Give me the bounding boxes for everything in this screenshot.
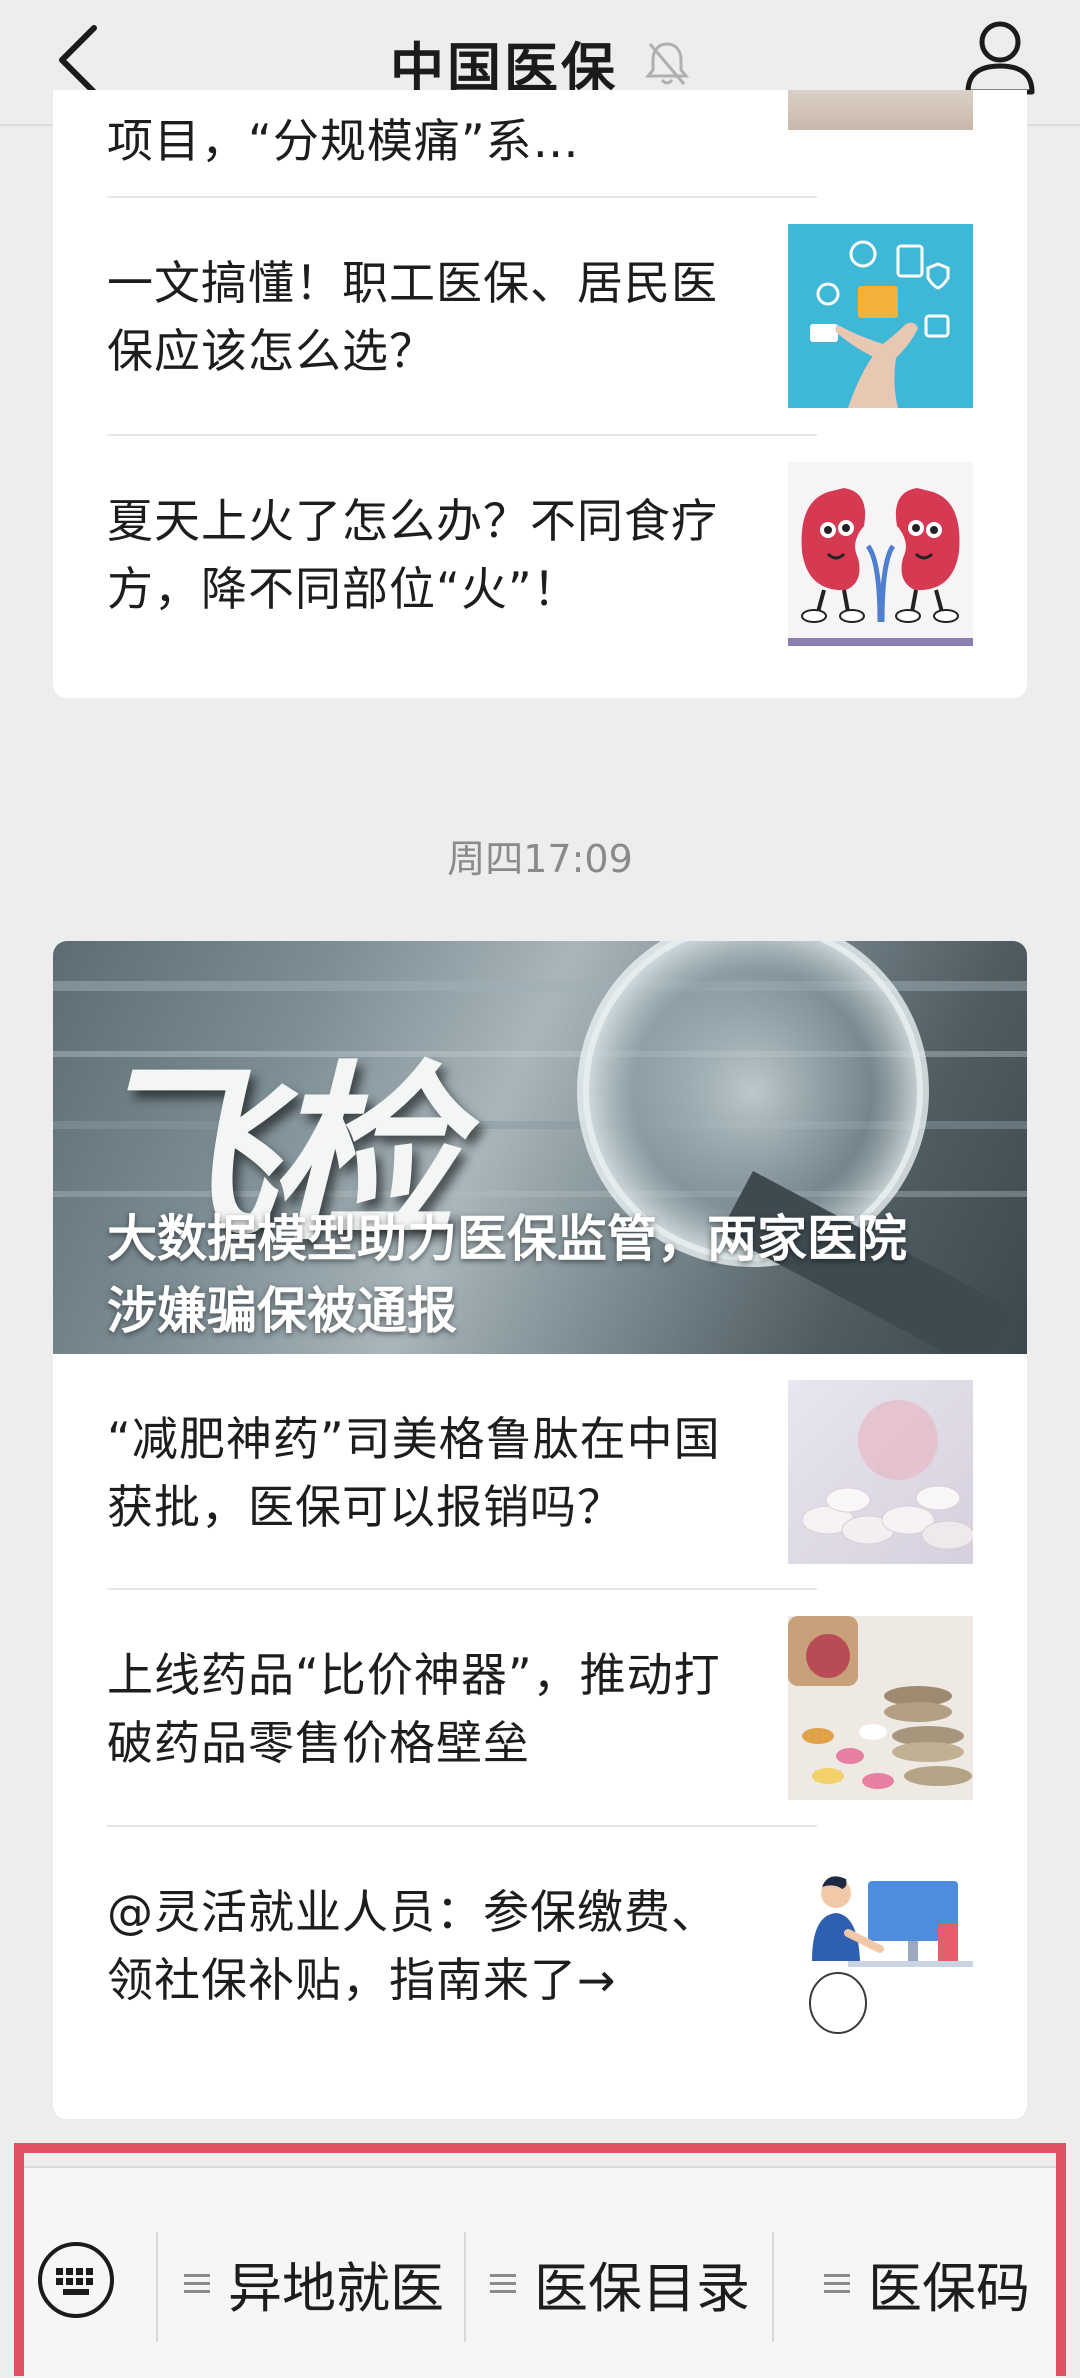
article-title: 项目，“分规模痛”系…: [107, 90, 797, 197]
article-title: 一文搞懂！职工医保、居民医 保应该怎么选？: [107, 198, 797, 435]
article-title-line: 获批，医保可以报销吗？: [107, 1479, 624, 1534]
article-title-line: 夏天上火了怎么办？不同食疗: [107, 493, 718, 548]
hero-title-line: 涉嫌骗保被通报: [107, 1282, 457, 1340]
pills-and-coins-image: [788, 1616, 973, 1800]
cartoon-kidneys-image: [788, 462, 973, 646]
pills-image: [788, 1380, 973, 1564]
hand-with-app-icons-image: [788, 224, 973, 408]
article-title: 夏天上火了怎么办？不同食疗 方，降不同部位“火”！: [107, 436, 797, 673]
article-title-line: 上线药品“比价神器”，推动打: [107, 1647, 721, 1702]
article-title-line: 破药品零售价格壁垒: [107, 1715, 530, 1770]
article-card-latest: 飞检 大数据模型助力医保监管，两家医院 涉嫌骗保被通报 “减肥神药”司美格鲁肽在…: [53, 941, 1027, 2119]
hero-title: 大数据模型助力医保监管，两家医院 涉嫌骗保被通报: [107, 1203, 1007, 1347]
article-title: @灵活就业人员：参保缴费、 领社保补贴，指南来了→: [107, 1827, 797, 2064]
article-title-line: 保应该怎么选？: [107, 323, 436, 378]
article-title-line: 方，降不同部位“火”！: [107, 561, 580, 616]
article-title-line: 一文搞懂！职工医保、居民医: [107, 255, 718, 310]
list-item[interactable]: 项目，“分规模痛”系…: [53, 90, 1027, 197]
list-item[interactable]: 一文搞懂！职工医保、居民医 保应该怎么选？: [53, 198, 1027, 435]
bell-muted-icon: [644, 42, 690, 85]
user-icon[interactable]: [960, 14, 1040, 98]
article-title: 上线药品“比价神器”，推动打 破药品零售价格壁垒: [107, 1590, 797, 1827]
article-title-line: 项目，“分规模痛”系…: [107, 114, 580, 168]
list-item[interactable]: 夏天上火了怎么办？不同食疗 方，降不同部位“火”！: [53, 436, 1027, 673]
highlight-outline: [14, 2143, 1066, 2376]
hero-article[interactable]: 飞检 大数据模型助力医保监管，两家医院 涉嫌骗保被通报: [53, 941, 1027, 1354]
list-item[interactable]: 上线药品“比价神器”，推动打 破药品零售价格壁垒: [53, 1590, 1027, 1827]
article-title: “减肥神药”司美格鲁肽在中国 获批，医保可以报销吗？: [107, 1354, 797, 1591]
article-title-line: 领社保补贴，指南来了→: [107, 1952, 617, 2007]
person-at-computer-image: [788, 1853, 973, 2037]
article-title-line: “减肥神药”司美格鲁肽在中国: [107, 1411, 721, 1466]
list-item[interactable]: “减肥神药”司美格鲁肽在中国 获批，医保可以报销吗？: [53, 1354, 1027, 1591]
list-item[interactable]: @灵活就业人员：参保缴费、 领社保补贴，指南来了→: [53, 1827, 1027, 2064]
article-thumbnail: [788, 90, 973, 130]
hero-title-line: 大数据模型助力医保监管，两家医院: [107, 1210, 907, 1268]
article-card-previous: 项目，“分规模痛”系… 一文搞懂！职工医保、居民医 保应该怎么选？ 夏天上火了怎…: [53, 90, 1027, 698]
message-timestamp: 周四17:09: [447, 837, 633, 881]
article-title-line: @灵活就业人员：参保缴费、: [107, 1884, 718, 1939]
